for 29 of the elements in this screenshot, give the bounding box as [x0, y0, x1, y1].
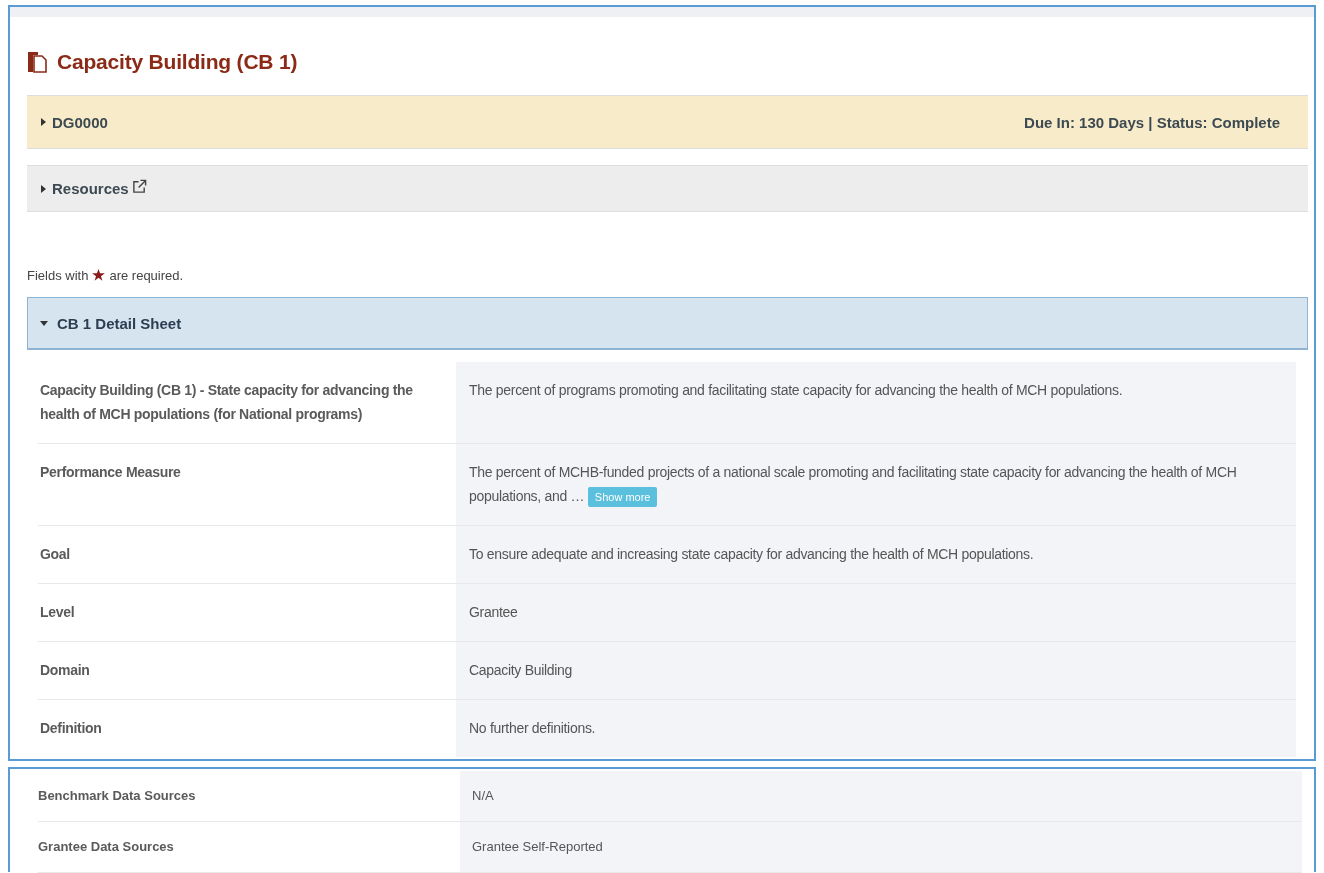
- field-value: To ensure adequate and increasing state capacity for advancing the health of MCH populations.: [456, 526, 1296, 583]
- field-value: Capacity Building: [456, 642, 1296, 699]
- field-label: Goal: [39, 545, 71, 564]
- required-note: are required.: [109, 267, 184, 283]
- field-value: The percent of MCHB-funded projects of a national scale promoting and facilitating state capacity for advancing the health of MCH populations, and … Show more: [456, 444, 1296, 525]
- field-value: Grantee Self-Reported: [460, 822, 1302, 872]
- field-label: Definition: [39, 719, 103, 738]
- section-title: CB 1 Detail Sheet: [57, 314, 182, 332]
- field-label: Performance Measure: [39, 463, 182, 482]
- status-text: Due In: 130 Days | Status: Complete: [1024, 113, 1280, 131]
- required-note: Fields with: [27, 267, 89, 283]
- due-bar[interactable]: DG0000 Due In: 130 Days | Status: Complete: [27, 95, 1308, 149]
- field-value: N/A: [460, 771, 1302, 821]
- section-header[interactable]: CB 1 Detail Sheet: [27, 297, 1308, 350]
- document-icon: [27, 51, 47, 73]
- field-value: No further definitions.: [456, 700, 1296, 757]
- field-value: Grantee: [456, 584, 1296, 641]
- resources-bar[interactable]: Resources: [27, 165, 1308, 212]
- field-label: Capacity Building (CB 1) - State capacity for advancing the health of MCH populations (for National programs): [39, 381, 414, 424]
- field-label: Grantee Data Sources: [38, 838, 175, 856]
- field-label: Domain: [39, 661, 91, 680]
- field-label: Benchmark Data Sources: [38, 787, 197, 805]
- external-link-icon: [131, 179, 147, 194]
- star-icon: [92, 269, 106, 281]
- page-title: Capacity Building (CB 1): [57, 50, 298, 74]
- field-value: The percent of programs promoting and facilitating state capacity for advancing the health of MCH populations.: [456, 362, 1296, 443]
- bar-label: DG0000: [52, 113, 108, 131]
- bar-label: Resources: [52, 180, 129, 197]
- field-label: Level: [39, 603, 76, 622]
